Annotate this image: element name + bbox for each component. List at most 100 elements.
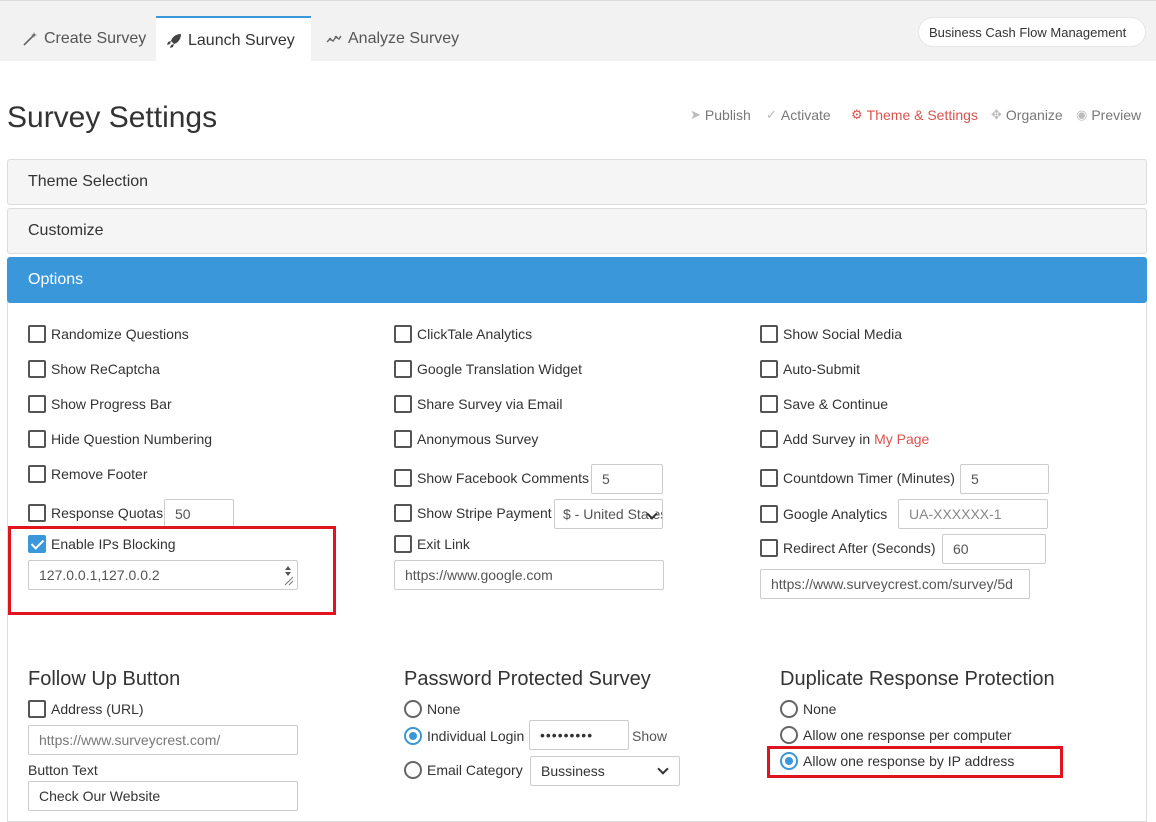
checkbox-label: Exit Link <box>417 536 470 552</box>
email-category-radio[interactable]: Email Category <box>404 761 523 779</box>
exit-link-checkbox[interactable]: Exit Link <box>394 535 470 553</box>
rocket-icon <box>167 33 181 48</box>
follow-up-address-input[interactable]: https://www.surveycrest.com/ <box>28 725 298 755</box>
clicktale-analytics-checkbox[interactable]: ClickTale Analytics <box>394 325 532 343</box>
auto-submit-checkbox[interactable]: Auto-Submit <box>760 360 860 378</box>
organize-link[interactable]: ✥ Organize <box>991 107 1063 123</box>
show-stripe-payment-checkbox[interactable]: Show Stripe Payment <box>394 504 552 522</box>
theme-settings-link[interactable]: ⚙ Theme & Settings <box>851 107 978 123</box>
checkbox-box[interactable] <box>394 395 412 413</box>
tab-label: Analyze Survey <box>348 30 460 47</box>
checkbox-box[interactable] <box>28 325 46 343</box>
tab-create-survey[interactable]: Create Survey <box>12 16 156 62</box>
radio-button[interactable] <box>404 700 422 718</box>
save-continue-checkbox[interactable]: Save & Continue <box>760 395 888 413</box>
anonymous-survey-checkbox[interactable]: Anonymous Survey <box>394 430 538 448</box>
hide-question-numbering-checkbox[interactable]: Hide Question Numbering <box>28 430 212 448</box>
checkbox-label: Add Survey in My Page <box>783 431 929 447</box>
checkbox-box[interactable] <box>760 325 778 343</box>
remove-footer-checkbox[interactable]: Remove Footer <box>28 465 147 483</box>
checkbox-box[interactable] <box>394 469 412 487</box>
highlight-box-ip-blocking <box>8 526 336 615</box>
randomize-questions-checkbox[interactable]: Randomize Questions <box>28 325 189 343</box>
checkbox-box[interactable] <box>28 395 46 413</box>
checkbox-box[interactable] <box>760 539 778 557</box>
checkbox-box[interactable] <box>394 325 412 343</box>
radio-button[interactable] <box>780 700 798 718</box>
response-quotas-input[interactable]: 50 <box>164 499 234 529</box>
radio-button[interactable] <box>404 761 422 779</box>
countdown-minutes-input[interactable]: 5 <box>960 464 1049 494</box>
exit-link-input[interactable]: https://www.google.com <box>394 560 664 590</box>
theme-settings-label: Theme & Settings <box>866 107 978 123</box>
survey-name-badge[interactable]: Business Cash Flow Management <box>918 17 1146 47</box>
preview-link[interactable]: ◉ Preview <box>1076 107 1141 123</box>
checkbox-box[interactable] <box>394 360 412 378</box>
show-social-media-checkbox[interactable]: Show Social Media <box>760 325 902 343</box>
password-input[interactable]: ••••••••• <box>529 720 629 750</box>
activate-link[interactable]: ✓ Activate <box>766 107 831 123</box>
checkbox-label: Show Facebook Comments <box>417 470 589 486</box>
checkbox-box[interactable] <box>394 430 412 448</box>
response-quotas-checkbox[interactable]: Response Quotas <box>28 504 163 522</box>
tab-launch-survey[interactable]: Launch Survey <box>156 16 311 63</box>
stripe-currency-select[interactable]: $ - United States <box>554 499 663 529</box>
show-facebook-comments-checkbox[interactable]: Show Facebook Comments <box>394 469 589 487</box>
add-survey-my-page-checkbox[interactable]: Add Survey in My Page <box>760 430 929 448</box>
checkbox-box[interactable] <box>760 395 778 413</box>
accordion-customize[interactable]: Customize <box>7 208 1147 254</box>
show-progress-bar-checkbox[interactable]: Show Progress Bar <box>28 395 172 413</box>
checkbox-box[interactable] <box>760 505 778 523</box>
checkbox-label: Countdown Timer (Minutes) <box>783 470 955 486</box>
paper-plane-icon: ➤ <box>690 107 701 122</box>
organize-label: Organize <box>1005 107 1063 123</box>
facebook-comments-count-input[interactable]: 5 <box>591 464 663 494</box>
activate-label: Activate <box>780 107 831 123</box>
checkbox-box[interactable] <box>760 360 778 378</box>
radio-label: None <box>427 701 461 717</box>
checkbox-label: Show Progress Bar <box>51 396 172 412</box>
share-survey-email-checkbox[interactable]: Share Survey via Email <box>394 395 563 413</box>
countdown-timer-checkbox[interactable]: Countdown Timer (Minutes) <box>760 469 955 487</box>
accordion-theme-selection[interactable]: Theme Selection <box>7 159 1147 205</box>
email-category-select[interactable]: Bussiness <box>530 756 680 786</box>
checkbox-box[interactable] <box>394 535 412 553</box>
button-text-label: Button Text <box>28 762 98 778</box>
checkbox-box[interactable] <box>28 504 46 522</box>
individual-login-radio[interactable]: Individual Login <box>404 727 524 745</box>
google-analytics-input[interactable]: UA-XXXXXX-1 <box>898 499 1048 529</box>
publish-link[interactable]: ➤ Publish <box>690 107 751 123</box>
gear-icon: ⚙ <box>851 107 863 122</box>
google-translation-widget-checkbox[interactable]: Google Translation Widget <box>394 360 582 378</box>
google-analytics-checkbox[interactable]: Google Analytics <box>760 505 887 523</box>
checkbox-box[interactable] <box>28 465 46 483</box>
redirect-after-checkbox[interactable]: Redirect After (Seconds) <box>760 539 936 557</box>
radio-label: Individual Login <box>427 728 525 744</box>
preview-label: Preview <box>1091 107 1142 123</box>
radio-button-selected[interactable] <box>404 727 422 745</box>
button-text-input[interactable]: Check Our Website <box>28 781 298 811</box>
duplicate-none-radio[interactable]: None <box>780 700 836 718</box>
checkbox-box[interactable] <box>28 700 46 718</box>
checkbox-box[interactable] <box>28 430 46 448</box>
redirect-url-input[interactable]: https://www.surveycrest.com/survey/5d <box>760 569 1030 599</box>
one-per-computer-radio[interactable]: Allow one response per computer <box>780 726 1012 744</box>
my-page-link[interactable]: My Page <box>874 431 929 447</box>
show-recaptcha-checkbox[interactable]: Show ReCaptcha <box>28 360 160 378</box>
checkbox-box[interactable] <box>28 360 46 378</box>
page-title: Survey Settings <box>7 101 218 134</box>
checkbox-box[interactable] <box>760 469 778 487</box>
checkbox-box[interactable] <box>760 430 778 448</box>
line-chart-icon <box>326 35 342 43</box>
tab-analyze-survey[interactable]: Analyze Survey <box>316 16 469 62</box>
address-url-checkbox[interactable]: Address (URL) <box>28 700 144 718</box>
radio-label: Allow one response per computer <box>803 727 1012 743</box>
accordion-options[interactable]: Options <box>7 257 1147 303</box>
show-password-link[interactable]: Show <box>632 728 667 744</box>
checkbox-label: Response Quotas <box>51 505 164 521</box>
radio-button[interactable] <box>780 726 798 744</box>
top-tab-bar: Create Survey Launch Survey Analyze Surv… <box>0 0 1156 63</box>
password-none-radio[interactable]: None <box>404 700 460 718</box>
redirect-seconds-input[interactable]: 60 <box>942 534 1046 564</box>
checkbox-box[interactable] <box>394 504 412 522</box>
